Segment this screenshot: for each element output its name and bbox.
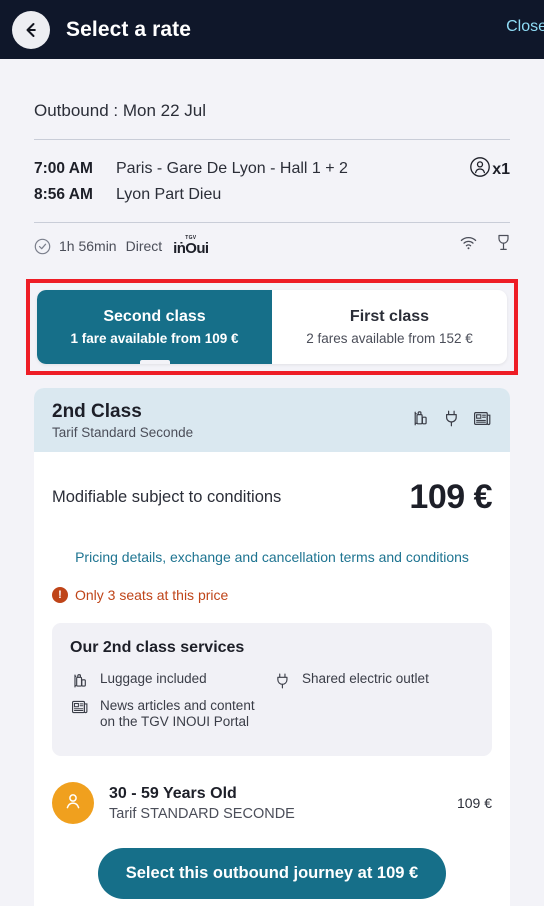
departure-station: Paris - Gare De Lyon - Hall 1 + 2 — [116, 160, 348, 177]
journey-summary: Outbound : Mon 22 Jul 7:00 AM Paris - Ga… — [0, 59, 544, 273]
passenger-age-range: 30 - 59 Years Old — [109, 784, 237, 802]
fare-conditions-text: Modifiable subject to conditions — [52, 488, 282, 506]
journey-stops: Direct — [125, 238, 163, 254]
app-header: Select a rate Close — [0, 0, 544, 59]
onboard-amenities — [460, 234, 510, 256]
passenger-tarif: Tarif STANDARD SECONDE — [109, 805, 295, 822]
pricing-details-link[interactable]: Pricing details, exchange and cancellati… — [52, 521, 492, 565]
fare-price: 109 € — [409, 478, 492, 516]
service-item-portal: News articles and content on the TGV INO… — [70, 698, 272, 730]
tab-second-class-subtitle: 1 fare available from 109 € — [70, 331, 239, 346]
power-plug-icon — [444, 409, 459, 433]
alert-icon: ! — [52, 587, 68, 603]
bar-glass-icon — [497, 234, 510, 256]
person-circle-icon — [469, 156, 491, 183]
service-label: Luggage included — [100, 671, 207, 686]
fare-card-amenity-icons — [411, 409, 492, 433]
journey-leg-departure: 7:00 AM Paris - Gare De Lyon - Hall 1 + … — [34, 156, 510, 182]
avatar — [52, 782, 94, 824]
seats-warning-text: Only 3 seats at this price — [75, 587, 229, 603]
passenger-row: 30 - 59 Years Old Tarif STANDARD SECONDE… — [52, 756, 492, 824]
tab-first-class-subtitle: 2 fares available from 152 € — [306, 331, 473, 346]
hide-details-toggle[interactable]: Hide details — [52, 899, 492, 906]
fare-card-body: Modifiable subject to conditions 109 € P… — [34, 452, 510, 906]
journey-leg-arrival: 8:56 AM Lyon Part Dieu — [34, 182, 510, 208]
tab-first-class[interactable]: First class 2 fares available from 152 € — [272, 290, 507, 364]
outbound-date-label: Outbound : Mon 22 Jul — [34, 101, 207, 120]
select-journey-button[interactable]: Select this outbound journey at 109 € — [97, 848, 447, 899]
tab-second-class[interactable]: Second class 1 fare available from 109 € — [37, 290, 272, 364]
power-plug-icon — [272, 671, 292, 690]
luggage-icon — [411, 409, 430, 433]
seats-warning: ! Only 3 seats at this price — [52, 565, 492, 603]
fare-conditions-row: Modifiable subject to conditions 109 € — [52, 452, 492, 521]
wifi-icon — [460, 236, 477, 255]
person-icon — [62, 790, 84, 817]
back-button[interactable] — [12, 10, 50, 49]
services-box: Our 2nd class services Luggage included … — [52, 623, 492, 756]
fare-card-header: 2nd Class Tarif Standard Seconde — [34, 388, 510, 452]
fare-class-name: 2nd Class — [52, 401, 142, 422]
arrival-time: 8:56 AM — [34, 186, 93, 203]
passenger-count-label: x1 — [492, 160, 510, 178]
journey-duration: 1h 56min — [59, 238, 117, 254]
newspaper-icon — [70, 698, 90, 715]
fare-card: 2nd Class Tarif Standard Seconde Modifia… — [34, 388, 510, 906]
service-label: Shared electric outlet — [302, 671, 429, 686]
class-tabs-highlight: Second class 1 fare available from 109 €… — [26, 279, 518, 375]
tab-second-class-title: Second class — [103, 308, 206, 325]
newspaper-icon — [473, 410, 492, 432]
passenger-price: 109 € — [456, 795, 492, 811]
arrival-station: Lyon Part Dieu — [116, 186, 222, 203]
arrow-left-icon — [21, 20, 41, 40]
passenger-count-badge: x1 — [469, 156, 510, 183]
luggage-icon — [70, 671, 90, 690]
services-list: Luggage included Shared electric outlet — [70, 671, 474, 738]
service-item-outlet: Shared electric outlet — [272, 671, 474, 690]
inoui-logo-text: iṅOui — [173, 240, 209, 257]
service-label: News articles and content on the TGV INO… — [100, 698, 255, 729]
journey-legs: 7:00 AM Paris - Gare De Lyon - Hall 1 + … — [34, 140, 510, 222]
page-title: Select a rate — [66, 17, 192, 41]
tab-first-class-title: First class — [349, 308, 430, 325]
select-rate-screen: Select a rate Close Outbound : Mon 22 Ju… — [0, 0, 544, 906]
fare-tarif-name: Tarif Standard Seconde — [52, 425, 194, 440]
journey-meta: 1h 56min Direct TGV iṅOui — [34, 223, 510, 273]
passenger-info: 30 - 59 Years Old Tarif STANDARD SECONDE — [109, 785, 457, 822]
fare-card-titles: 2nd Class Tarif Standard Seconde — [52, 401, 193, 440]
close-button[interactable]: Close — [506, 18, 544, 36]
services-title: Our 2nd class services — [70, 639, 245, 656]
service-item-luggage: Luggage included — [70, 671, 272, 690]
clock-icon — [34, 238, 51, 255]
tgv-inoui-logo: TGV iṅOui — [173, 236, 209, 257]
class-tabs: Second class 1 fare available from 109 €… — [37, 290, 507, 364]
cta-container: Select this outbound journey at 109 € — [52, 824, 492, 899]
departure-time: 7:00 AM — [34, 160, 93, 177]
